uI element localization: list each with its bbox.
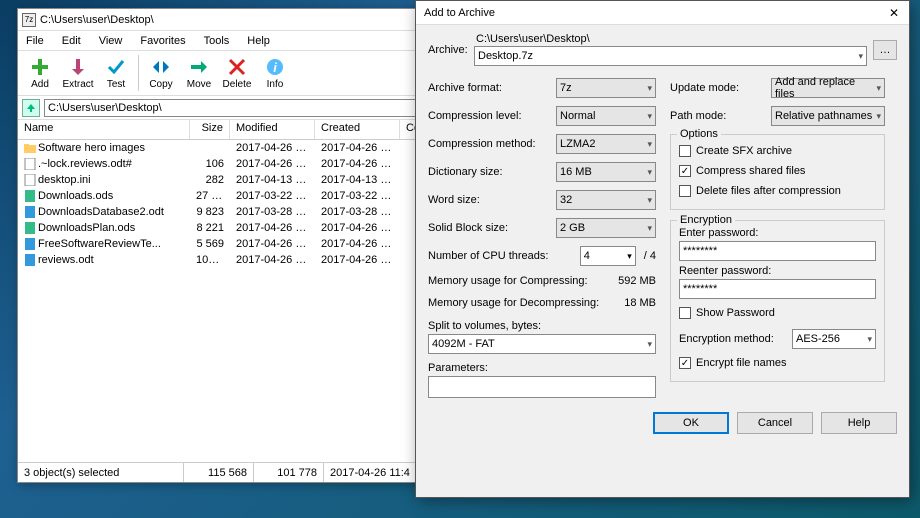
encrypt-names-label: Encrypt file names	[696, 357, 786, 369]
status-size2: 101 778	[254, 463, 324, 482]
password-input[interactable]	[679, 241, 876, 261]
add-button[interactable]: Add	[22, 56, 58, 90]
toolbar-separator	[138, 55, 139, 91]
help-button[interactable]: Help	[821, 412, 897, 434]
sfx-checkbox[interactable]	[679, 145, 691, 157]
test-button[interactable]: Test	[98, 56, 134, 90]
menu-favorites[interactable]: Favorites	[136, 33, 189, 49]
encryption-legend: Encryption	[677, 214, 735, 226]
method-select[interactable]: LZMA2	[556, 134, 656, 154]
info-button[interactable]: i Info	[257, 56, 293, 90]
file-icon	[24, 222, 36, 234]
col-created[interactable]: Created	[315, 120, 400, 139]
encryption-group: Encryption Enter password: Reenter passw…	[670, 220, 885, 382]
params-label: Parameters:	[428, 362, 656, 374]
update-label: Update mode:	[670, 82, 771, 94]
move-button[interactable]: Move	[181, 56, 217, 90]
password2-label: Reenter password:	[679, 265, 876, 277]
menu-help[interactable]: Help	[243, 33, 274, 49]
enc-method-label: Encryption method:	[679, 333, 792, 345]
menu-view[interactable]: View	[95, 33, 127, 49]
solid-select[interactable]: 2 GB	[556, 218, 656, 238]
file-icon	[24, 190, 36, 202]
mem-compress-label: Memory usage for Compressing:	[428, 275, 588, 287]
file-icon	[24, 158, 36, 170]
level-label: Compression level:	[428, 110, 556, 122]
archive-path: C:\Users\user\Desktop\	[474, 33, 867, 45]
browse-button[interactable]: …	[873, 40, 897, 60]
password2-input[interactable]	[679, 279, 876, 299]
add-to-archive-dialog: Add to Archive ✕ Archive: C:\Users\user\…	[415, 0, 910, 498]
split-select[interactable]: 4092M - FAT	[428, 334, 656, 354]
folder-up-icon[interactable]	[22, 99, 40, 117]
archive-name-select[interactable]: Desktop.7z	[474, 46, 867, 66]
status-selected: 3 object(s) selected	[18, 463, 184, 482]
shared-label: Compress shared files	[696, 165, 805, 177]
col-size[interactable]: Size	[190, 120, 230, 139]
file-icon	[24, 206, 36, 218]
params-input[interactable]	[428, 376, 656, 398]
password-label: Enter password:	[679, 227, 876, 239]
copy-icon	[150, 56, 172, 78]
status-size1: 115 568	[184, 463, 254, 482]
file-icon	[24, 238, 36, 250]
cpu-max: / 4	[644, 250, 656, 262]
copy-button[interactable]: Copy	[143, 56, 179, 90]
extract-icon	[67, 56, 89, 78]
word-label: Word size:	[428, 194, 556, 206]
menu-tools[interactable]: Tools	[200, 33, 234, 49]
mem-decompress-label: Memory usage for Decompressing:	[428, 297, 599, 309]
level-select[interactable]: Normal	[556, 106, 656, 126]
cancel-button[interactable]: Cancel	[737, 412, 813, 434]
window-title: C:\Users\user\Desktop\	[40, 14, 154, 26]
move-icon	[188, 56, 210, 78]
col-modified[interactable]: Modified	[230, 120, 315, 139]
pathmode-select[interactable]: Relative pathnames	[771, 106, 885, 126]
close-icon[interactable]: ✕	[887, 6, 901, 20]
app-icon: 7z	[22, 13, 36, 27]
show-password-label: Show Password	[696, 307, 775, 319]
options-group: Options Create SFX archive ✓Compress sha…	[670, 134, 885, 210]
enc-method-select[interactable]: AES-256	[792, 329, 876, 349]
file-icon	[24, 174, 36, 186]
split-label: Split to volumes, bytes:	[428, 320, 656, 332]
format-label: Archive format:	[428, 82, 556, 94]
menu-edit[interactable]: Edit	[58, 33, 85, 49]
cpu-label: Number of CPU threads:	[428, 250, 548, 262]
file-icon	[24, 142, 36, 154]
ok-button[interactable]: OK	[653, 412, 729, 434]
mem-compress-value: 592 MB	[618, 275, 656, 287]
plus-icon	[29, 56, 51, 78]
shared-checkbox[interactable]: ✓	[679, 165, 691, 177]
sfx-label: Create SFX archive	[696, 145, 792, 157]
solid-label: Solid Block size:	[428, 222, 556, 234]
encrypt-names-checkbox[interactable]: ✓	[679, 357, 691, 369]
update-select[interactable]: Add and replace files	[771, 78, 885, 98]
word-select[interactable]: 32	[556, 190, 656, 210]
check-icon	[105, 56, 127, 78]
dict-select[interactable]: 16 MB	[556, 162, 656, 182]
show-password-checkbox[interactable]	[679, 307, 691, 319]
file-icon	[24, 254, 36, 266]
pathmode-label: Path mode:	[670, 110, 771, 122]
dialog-title: Add to Archive	[424, 7, 495, 19]
dict-label: Dictionary size:	[428, 166, 556, 178]
delete-label: Delete files after compression	[696, 185, 841, 197]
extract-button[interactable]: Extract	[60, 56, 96, 90]
cpu-select[interactable]: 4	[580, 246, 636, 266]
dialog-titlebar: Add to Archive ✕	[416, 1, 909, 25]
col-name[interactable]: Name	[18, 120, 190, 139]
info-icon: i	[264, 56, 286, 78]
dialog-buttons: OK Cancel Help	[416, 404, 909, 442]
method-label: Compression method:	[428, 138, 556, 150]
mem-decompress-value: 18 MB	[624, 297, 656, 309]
archive-label: Archive:	[428, 44, 468, 56]
menu-file[interactable]: File	[22, 33, 48, 49]
delete-checkbox[interactable]	[679, 185, 691, 197]
options-legend: Options	[677, 128, 721, 140]
format-select[interactable]: 7z	[556, 78, 656, 98]
svg-text:i: i	[273, 60, 277, 75]
delete-icon	[226, 56, 248, 78]
delete-button[interactable]: Delete	[219, 56, 255, 90]
